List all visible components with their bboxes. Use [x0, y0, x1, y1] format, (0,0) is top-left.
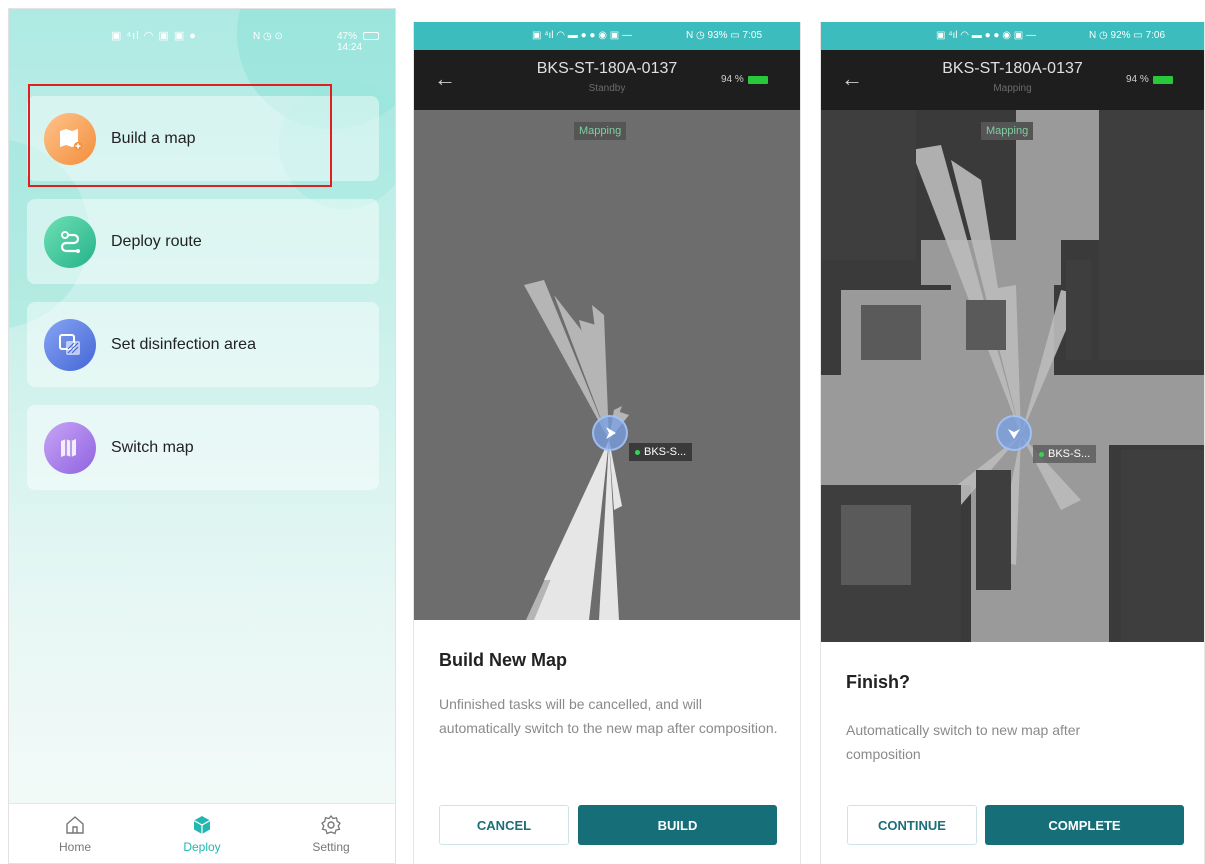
online-dot [1039, 451, 1044, 457]
tab-label: Home [58, 840, 91, 854]
tab-deploy[interactable]: Deploy [162, 814, 242, 854]
menu-label: Set disinfection area [111, 336, 256, 353]
tab-setting[interactable]: Setting [291, 814, 371, 854]
battery-icon [747, 75, 768, 84]
status-icons: ▣ ⁴ıl ◠ ▬ ● ● ◉ ▣ — [532, 30, 632, 41]
dialog-text: Automatically switch to new map after co… [846, 722, 1081, 762]
lidar-scan [524, 280, 629, 620]
device-battery: 94 % [721, 74, 768, 85]
menu-label: Deploy route [111, 233, 202, 250]
mapping-screen: ▣ ⁴ıl ◠ ▬ ● ● ◉ ▣ — N ◷ 92% ▭ 7:06 ← BKS… [820, 22, 1205, 864]
dialog-text: Unfinished tasks will be cancelled, and … [439, 696, 778, 736]
battery-percent: 47% [337, 31, 358, 42]
switch-map-icon [44, 422, 96, 474]
status-time: 14:24 [337, 42, 363, 53]
battery-percent: 92% [1110, 30, 1131, 41]
mapping-tag: Mapping [981, 122, 1034, 140]
robot-tag: BKS-S... [1033, 445, 1097, 463]
map-view[interactable]: Mapping BKS-S... [821, 110, 1204, 642]
deploy-screen: ▣ ⁴ıl ◠ ▣ ▣ ● N ◷ ⊙ 47% 14:24 Build a ma… [8, 8, 396, 864]
build-button[interactable]: BUILD [578, 805, 777, 845]
battery-percent: 93% [707, 30, 728, 41]
cancel-button[interactable]: CANCEL [439, 805, 569, 845]
robot-label: BKS-S... [1048, 448, 1091, 460]
device-header: ← BKS-ST-180A-0137 Mapping 94 % [821, 50, 1204, 110]
nfc-alarm-icons: N ◷ ⊙ [253, 31, 283, 42]
bottom-tab-bar: Home Deploy Setting [9, 803, 395, 863]
screenshot-root: ▣ ⁴ıl ◠ ▣ ▣ ● N ◷ ⊙ 47% 14:24 Build a ma… [0, 0, 1205, 864]
robot-marker [996, 415, 1032, 451]
robot-marker [592, 415, 628, 451]
status-bar: ▣ ⁴ıl ◠ ▬ ● ● ◉ ▣ — N ◷ 93% ▭ 7:05 [414, 22, 800, 50]
status-right: N ◷ 92% ▭ 7:06 [1089, 30, 1166, 41]
occupancy-map [821, 110, 1204, 642]
battery-level: 94 % [1126, 74, 1149, 85]
menu-disinfection-area[interactable]: Set disinfection area [27, 302, 379, 387]
route-icon [44, 216, 96, 268]
menu-deploy-route[interactable]: Deploy route [27, 199, 379, 284]
device-battery: 94 % [1126, 74, 1173, 85]
finish-dialog: Finish? Automatically switch to new map … [821, 642, 1204, 864]
build-map-screen: ▣ ⁴ıl ◠ ▬ ● ● ◉ ▣ — N ◷ 93% ▭ 7:05 ← BKS… [413, 22, 801, 864]
deploy-icon [162, 814, 242, 836]
menu-label: Switch map [111, 439, 194, 456]
battery-icon [362, 32, 379, 41]
dialog-title: Finish? [846, 672, 910, 692]
status-icons: ▣ ⁴ıl ◠ ▬ ● ● ◉ ▣ — [936, 30, 1036, 41]
dialog-title: Build New Map [439, 650, 568, 670]
status-icons: ▣ ⁴ıl ◠ ▣ ▣ ● [111, 30, 197, 42]
continue-button[interactable]: CONTINUE [847, 805, 977, 845]
build-map-dialog: Build New Map Unfinished tasks will be c… [414, 620, 800, 864]
online-dot [635, 449, 640, 455]
battery-level: 94 % [721, 74, 744, 85]
tab-label: Deploy [183, 840, 221, 854]
device-header: ← BKS-ST-180A-0137 Standby 94 % [414, 50, 800, 110]
status-bar: ▣ ⁴ıl ◠ ▬ ● ● ◉ ▣ — N ◷ 92% ▭ 7:06 [821, 22, 1204, 50]
tab-home[interactable]: Home [35, 814, 115, 854]
home-icon [35, 814, 115, 836]
map-view[interactable]: Mapping BKS-S... [414, 110, 800, 620]
status-bar: ▣ ⁴ıl ◠ ▣ ▣ ● N ◷ ⊙ 47% 14:24 [9, 9, 395, 53]
complete-button[interactable]: COMPLETE [985, 805, 1184, 845]
status-right: N ◷ 93% ▭ 7:05 [686, 30, 763, 41]
status-time: 7:05 [742, 30, 763, 41]
area-icon [44, 319, 96, 371]
tab-label: Setting [312, 840, 350, 854]
menu-switch-map[interactable]: Switch map [27, 405, 379, 490]
battery-icon [1152, 75, 1173, 84]
robot-tag: BKS-S... [629, 443, 693, 461]
highlight-box [28, 84, 332, 187]
gear-icon [291, 814, 371, 836]
robot-label: BKS-S... [644, 446, 687, 458]
status-right: 47% 14:24 [337, 31, 395, 53]
status-time: 7:06 [1145, 30, 1166, 41]
